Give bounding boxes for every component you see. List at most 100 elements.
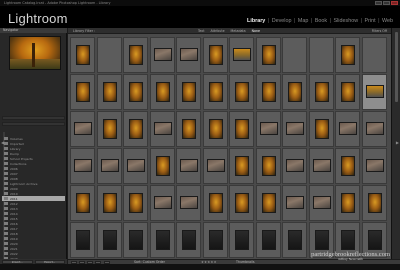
thumbnail-cell[interactable] bbox=[202, 37, 228, 73]
filter-tab-none[interactable]: None bbox=[252, 28, 260, 34]
thumbnail-cell[interactable] bbox=[123, 185, 148, 221]
thumbnail-cell[interactable] bbox=[335, 148, 360, 184]
import-button[interactable]: Import... bbox=[2, 259, 33, 264]
thumbnail-cell[interactable] bbox=[149, 37, 175, 73]
filter-tab-text[interactable]: Text bbox=[198, 28, 204, 34]
thumbnail-cell[interactable] bbox=[255, 111, 281, 147]
module-slideshow[interactable]: Slideshow bbox=[333, 18, 360, 24]
thumbnail-cell[interactable] bbox=[361, 111, 387, 147]
thumbnail-cell[interactable] bbox=[308, 148, 334, 184]
thumbnail-cell[interactable] bbox=[96, 74, 122, 110]
thumbnail-cell[interactable] bbox=[176, 74, 201, 110]
thumbnail-cell[interactable] bbox=[149, 148, 175, 184]
thumbnail-cell[interactable] bbox=[255, 222, 281, 258]
module-develop[interactable]: Develop bbox=[271, 18, 293, 24]
right-panel-toggle-icon[interactable]: ▶ bbox=[396, 140, 399, 145]
thumbnail-cell[interactable] bbox=[361, 74, 387, 110]
thumbnail-cell[interactable] bbox=[123, 148, 148, 184]
thumbnail-cell[interactable] bbox=[255, 185, 281, 221]
thumbnail-cell[interactable] bbox=[96, 185, 122, 221]
thumbnail-cell[interactable] bbox=[282, 111, 307, 147]
thumbnail-cell[interactable] bbox=[123, 111, 148, 147]
thumbnail-cell[interactable] bbox=[335, 111, 360, 147]
thumbnail-cell[interactable] bbox=[123, 37, 148, 73]
thumbnail-cell[interactable] bbox=[202, 148, 228, 184]
thumbnail-cell[interactable] bbox=[335, 185, 360, 221]
thumbnail-cell[interactable] bbox=[70, 148, 95, 184]
filter-preset-dropdown[interactable]: Filters Off bbox=[372, 28, 387, 34]
grid-scrollbar-thumb[interactable] bbox=[395, 32, 398, 102]
module-book[interactable]: Book bbox=[314, 18, 328, 24]
thumbnail-cell[interactable] bbox=[255, 74, 281, 110]
thumbnail-cell[interactable] bbox=[282, 74, 307, 110]
thumbnail-cell[interactable] bbox=[361, 185, 387, 221]
thumbnail-cell[interactable] bbox=[361, 148, 387, 184]
collections-panel-header[interactable] bbox=[2, 122, 65, 126]
thumbnail-cell[interactable] bbox=[176, 37, 201, 73]
filter-tab-metadata[interactable]: Metadata bbox=[231, 28, 246, 34]
thumbnail-cell[interactable] bbox=[361, 37, 387, 73]
navigator-preview[interactable] bbox=[9, 36, 61, 70]
thumbnail-cell[interactable] bbox=[70, 74, 95, 110]
thumbnail-cell[interactable] bbox=[176, 185, 201, 221]
thumbnail-cell[interactable] bbox=[176, 148, 201, 184]
thumbnail-cell[interactable] bbox=[149, 222, 175, 258]
module-library[interactable]: Library bbox=[246, 18, 266, 24]
thumbnail-cell[interactable] bbox=[308, 185, 334, 221]
module-web[interactable]: Web bbox=[381, 18, 394, 24]
thumbnail-cell[interactable] bbox=[335, 37, 360, 73]
photo-thumbnail bbox=[182, 82, 196, 102]
thumbnail-cell[interactable] bbox=[149, 185, 175, 221]
thumbnail-cell[interactable] bbox=[202, 111, 228, 147]
folder-label: 2021 bbox=[10, 246, 18, 251]
export-button[interactable]: Export... bbox=[34, 259, 65, 264]
thumbnail-cell[interactable] bbox=[255, 148, 281, 184]
thumbnail-cell[interactable] bbox=[96, 111, 122, 147]
thumbnail-cell[interactable] bbox=[282, 148, 307, 184]
thumbnail-cell[interactable] bbox=[202, 185, 228, 221]
thumbnail-cell[interactable] bbox=[96, 148, 122, 184]
thumbnail-cell[interactable] bbox=[176, 111, 201, 147]
maximize-button[interactable] bbox=[383, 1, 390, 5]
thumbnail-cell[interactable] bbox=[308, 111, 334, 147]
thumbnail-cell[interactable] bbox=[229, 37, 254, 73]
thumbnail-cell[interactable] bbox=[176, 222, 201, 258]
thumbnail-cell[interactable] bbox=[70, 185, 95, 221]
thumbnail-cell[interactable] bbox=[96, 222, 122, 258]
thumbnail-cell[interactable] bbox=[70, 37, 95, 73]
catalog-panel-header[interactable] bbox=[2, 116, 65, 120]
thumbnail-cell[interactable] bbox=[229, 148, 254, 184]
thumbnail-cell[interactable] bbox=[282, 37, 307, 73]
thumbnail-cell[interactable] bbox=[282, 222, 307, 258]
thumbnail-cell[interactable] bbox=[229, 111, 254, 147]
filter-tab-attribute[interactable]: Attribute bbox=[210, 28, 224, 34]
thumbnail-cell[interactable] bbox=[123, 222, 148, 258]
photo-thumbnail bbox=[155, 230, 170, 250]
close-button[interactable] bbox=[391, 1, 398, 5]
thumbnail-cell[interactable] bbox=[149, 111, 175, 147]
thumbnail-cell[interactable] bbox=[70, 222, 95, 258]
thumbnail-cell[interactable] bbox=[123, 74, 148, 110]
navigator-header[interactable]: Navigator bbox=[0, 28, 67, 33]
thumbnail-cell[interactable] bbox=[202, 222, 228, 258]
left-panel-toggle-icon[interactable]: ◀ bbox=[1, 140, 4, 145]
module-print[interactable]: Print bbox=[364, 18, 377, 24]
thumbnail-cell[interactable] bbox=[96, 37, 122, 73]
thumbnail-cell[interactable] bbox=[229, 222, 254, 258]
thumbnail-cell[interactable] bbox=[229, 185, 254, 221]
thumbnail-cell[interactable] bbox=[335, 74, 360, 110]
thumbnail-cell[interactable] bbox=[202, 74, 228, 110]
thumbnail-cell[interactable] bbox=[308, 74, 334, 110]
photo-thumbnail bbox=[153, 196, 172, 209]
thumbnail-cell[interactable] bbox=[70, 111, 95, 147]
folder-label: 2014 bbox=[10, 211, 18, 216]
thumbnail-cell[interactable] bbox=[229, 74, 254, 110]
minimize-button[interactable] bbox=[375, 1, 382, 5]
thumbnail-cell[interactable] bbox=[149, 74, 175, 110]
thumbnail-cell[interactable] bbox=[282, 185, 307, 221]
module-map[interactable]: Map bbox=[297, 18, 310, 24]
thumbnail-cell[interactable] bbox=[308, 37, 334, 73]
watermark: partridgebrookreflections.com Jeffrey Ne… bbox=[311, 251, 390, 261]
thumbnail-cell[interactable] bbox=[255, 37, 281, 73]
photo-thumbnail bbox=[235, 119, 249, 139]
